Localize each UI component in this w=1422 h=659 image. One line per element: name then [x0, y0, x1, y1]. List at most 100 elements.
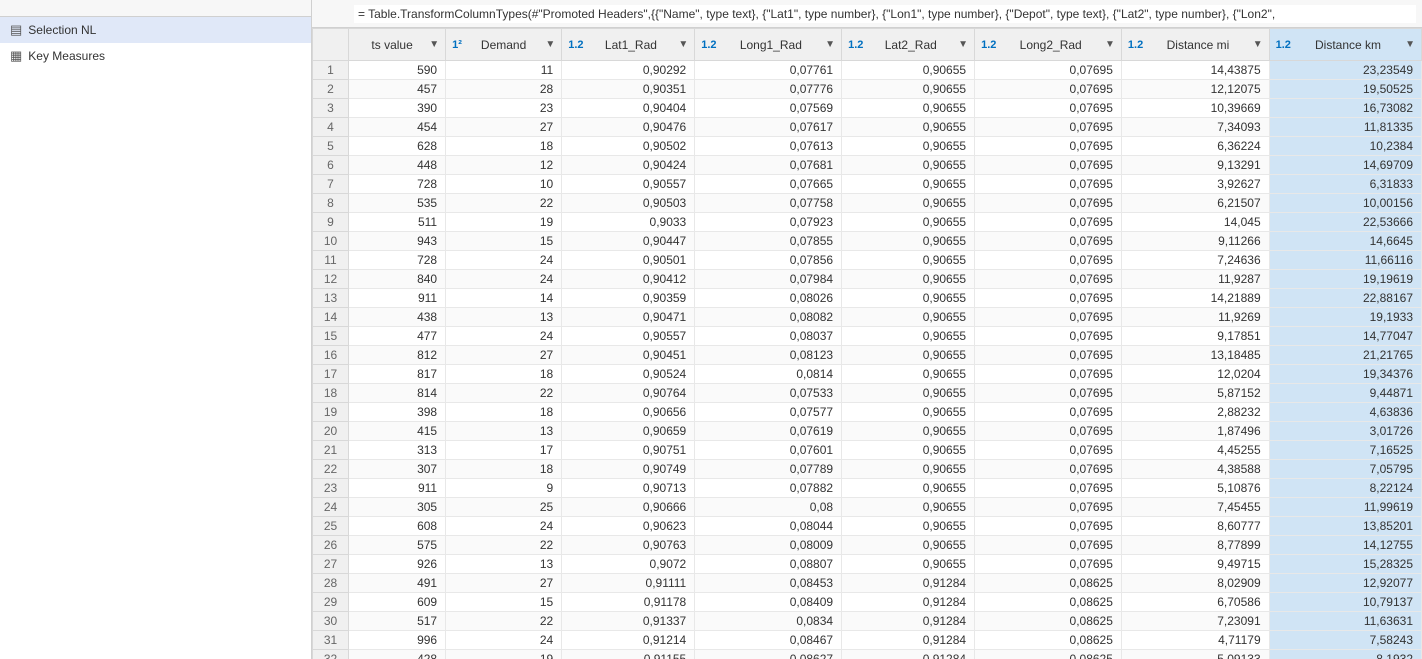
- cell-r15-long1-rad: 0,08037: [695, 327, 842, 346]
- col-header-long1-rad: 1.2 Long1_Rad ▼: [695, 29, 842, 61]
- cell-r8-long2-rad: 0,07695: [975, 194, 1122, 213]
- cell-r18-distance-km: 9,44871: [1269, 384, 1421, 403]
- cell-r2-demand: 28: [446, 80, 562, 99]
- col-type-lat2-rad: 1.2: [848, 39, 863, 51]
- cell-r12-lat1-rad: 0,90412: [562, 270, 695, 289]
- cell-r15-demand: 24: [446, 327, 562, 346]
- table-row: 16812270,904510,081230,906550,0769513,18…: [313, 346, 1422, 365]
- cell-r4-long2-rad: 0,07695: [975, 118, 1122, 137]
- cell-r29-lat2-rad: 0,91284: [842, 593, 975, 612]
- cell-r20-distance-km: 3,01726: [1269, 422, 1421, 441]
- table-row: 4454270,904760,076170,906550,076957,3409…: [313, 118, 1422, 137]
- col-dropdown-long1-rad[interactable]: ▼: [825, 39, 835, 50]
- col-dropdown-lat1-rad[interactable]: ▼: [678, 39, 688, 50]
- cell-r19-demand: 18: [446, 403, 562, 422]
- cell-r30-long1-rad: 0,0834: [695, 612, 842, 631]
- cell-r3-its-value: 390: [349, 99, 446, 118]
- col-dropdown-distance-mi[interactable]: ▼: [1253, 39, 1263, 50]
- sidebar-item-key-measures[interactable]: ▦Key Measures: [0, 43, 311, 69]
- cell-r30-demand: 22: [446, 612, 562, 631]
- cell-r20-long2-rad: 0,07695: [975, 422, 1122, 441]
- cell-r29-distance-km: 10,79137: [1269, 593, 1421, 612]
- cell-r5-distance-mi: 6,36224: [1121, 137, 1269, 156]
- cell-r27-demand: 13: [446, 555, 562, 574]
- cell-r2-lat2-rad: 0,90655: [842, 80, 975, 99]
- cell-r27-distance-km: 15,28325: [1269, 555, 1421, 574]
- col-dropdown-its-value[interactable]: ▼: [429, 39, 439, 50]
- row-number-header: [313, 29, 349, 61]
- cell-r8-distance-mi: 6,21507: [1121, 194, 1269, 213]
- cell-r26-distance-mi: 8,77899: [1121, 536, 1269, 555]
- cell-r1-lat1-rad: 0,90292: [562, 61, 695, 80]
- formula-cancel-button[interactable]: [318, 13, 326, 15]
- sidebar-item-selection-nl[interactable]: ▤Selection NL: [0, 17, 311, 43]
- cell-r31-long2-rad: 0,08625: [975, 631, 1122, 650]
- cell-r2-long2-rad: 0,07695: [975, 80, 1122, 99]
- cell-r7-its-value: 728: [349, 175, 446, 194]
- cell-r16-lat2-rad: 0,90655: [842, 346, 975, 365]
- col-header-distance-km: 1.2 Distance km ▼: [1269, 29, 1421, 61]
- cell-r5-lat1-rad: 0,90502: [562, 137, 695, 156]
- cell-r28-long1-rad: 0,08453: [695, 574, 842, 593]
- row-number-6: 6: [313, 156, 349, 175]
- cell-r16-distance-mi: 13,18485: [1121, 346, 1269, 365]
- cell-r19-lat1-rad: 0,90656: [562, 403, 695, 422]
- row-number-21: 21: [313, 441, 349, 460]
- formula-fx-button[interactable]: [342, 13, 350, 15]
- table-wrapper[interactable]: ts value ▼ 1² Demand ▼ 1.2 Lat1_Rad ▼ 1.…: [312, 28, 1422, 659]
- formula-confirm-button[interactable]: [330, 13, 338, 15]
- cell-r17-long1-rad: 0,0814: [695, 365, 842, 384]
- col-dropdown-long2-rad[interactable]: ▼: [1105, 39, 1115, 50]
- cell-r19-distance-km: 4,63836: [1269, 403, 1421, 422]
- col-dropdown-demand[interactable]: ▼: [545, 39, 555, 50]
- cell-r7-demand: 10: [446, 175, 562, 194]
- cell-r25-long1-rad: 0,08044: [695, 517, 842, 536]
- col-type-lat1-rad: 1.2: [568, 39, 583, 51]
- cell-r31-distance-km: 7,58243: [1269, 631, 1421, 650]
- cell-r16-demand: 27: [446, 346, 562, 365]
- row-number-8: 8: [313, 194, 349, 213]
- cell-r27-lat1-rad: 0,9072: [562, 555, 695, 574]
- cell-r3-distance-km: 16,73082: [1269, 99, 1421, 118]
- col-dropdown-lat2-rad[interactable]: ▼: [958, 39, 968, 50]
- cell-r8-demand: 22: [446, 194, 562, 213]
- col-dropdown-distance-km[interactable]: ▼: [1405, 39, 1415, 50]
- cell-r15-its-value: 477: [349, 327, 446, 346]
- col-label-its-value: ts value: [358, 38, 426, 52]
- cell-r24-lat2-rad: 0,90655: [842, 498, 975, 517]
- table-row: 14438130,904710,080820,906550,0769511,92…: [313, 308, 1422, 327]
- table-row: 9511190,90330,079230,906550,0769514,0452…: [313, 213, 1422, 232]
- row-number-27: 27: [313, 555, 349, 574]
- cell-r11-demand: 24: [446, 251, 562, 270]
- cell-r2-distance-km: 19,50525: [1269, 80, 1421, 99]
- cell-r23-demand: 9: [446, 479, 562, 498]
- row-number-15: 15: [313, 327, 349, 346]
- table-row: 2391190,907130,078820,906550,076955,1087…: [313, 479, 1422, 498]
- cell-r32-its-value: 428: [349, 650, 446, 659]
- col-label-distance-km: Distance km: [1294, 38, 1402, 52]
- cell-r26-long2-rad: 0,07695: [975, 536, 1122, 555]
- cell-r19-distance-mi: 2,88232: [1121, 403, 1269, 422]
- formula-input[interactable]: [354, 5, 1416, 23]
- cell-r24-its-value: 305: [349, 498, 446, 517]
- cell-r12-long1-rad: 0,07984: [695, 270, 842, 289]
- cell-r3-demand: 23: [446, 99, 562, 118]
- cell-r22-distance-km: 7,05795: [1269, 460, 1421, 479]
- cell-r21-long1-rad: 0,07601: [695, 441, 842, 460]
- col-header-long2-rad: 1.2 Long2_Rad ▼: [975, 29, 1122, 61]
- table-row: 24305250,906660,080,906550,076957,454551…: [313, 498, 1422, 517]
- collapse-sidebar-button[interactable]: [295, 6, 303, 10]
- cell-r7-long2-rad: 0,07695: [975, 175, 1122, 194]
- cell-r17-distance-km: 19,34376: [1269, 365, 1421, 384]
- row-number-17: 17: [313, 365, 349, 384]
- cell-r22-long2-rad: 0,07695: [975, 460, 1122, 479]
- cell-r11-long1-rad: 0,07856: [695, 251, 842, 270]
- cell-r17-distance-mi: 12,0204: [1121, 365, 1269, 384]
- cell-r24-long2-rad: 0,07695: [975, 498, 1122, 517]
- cell-r3-long1-rad: 0,07569: [695, 99, 842, 118]
- cell-r21-lat1-rad: 0,90751: [562, 441, 695, 460]
- sidebar-item-icon-key-measures: ▦: [10, 48, 22, 64]
- cell-r30-distance-km: 11,63631: [1269, 612, 1421, 631]
- table-row: 6448120,904240,076810,906550,076959,1329…: [313, 156, 1422, 175]
- row-number-28: 28: [313, 574, 349, 593]
